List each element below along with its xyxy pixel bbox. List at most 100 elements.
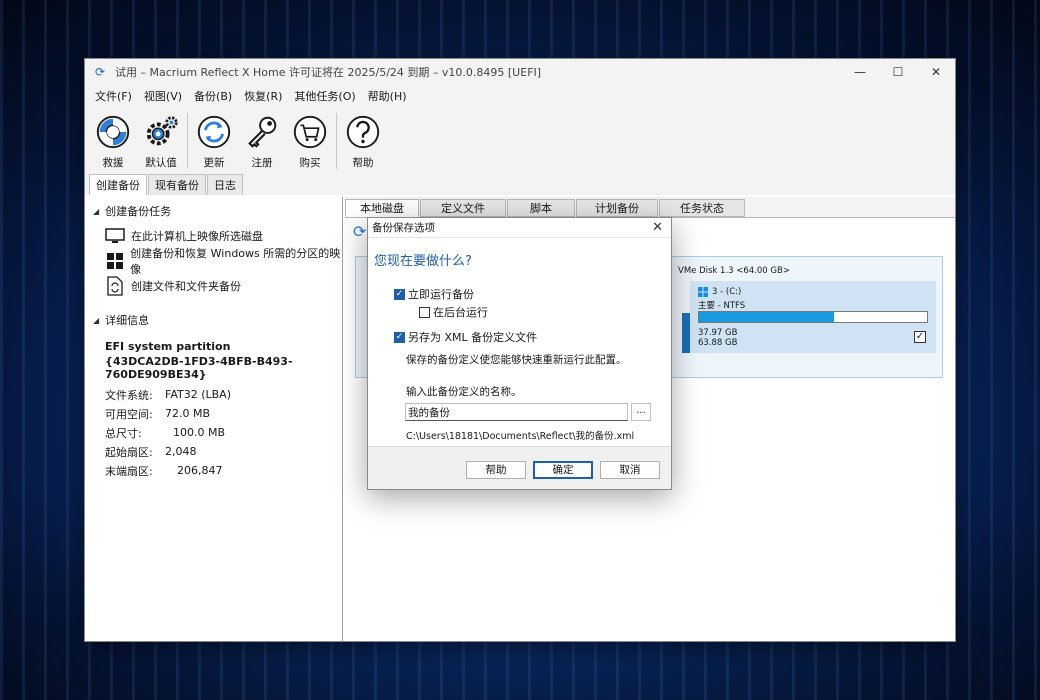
detail-row: 起始扇区: 2,048 — [105, 442, 342, 461]
help-button[interactable]: 帮助 — [339, 107, 387, 175]
partition-checkbox[interactable]: ✓ — [914, 331, 926, 343]
detail-row: 可用空间: 72.0 MB — [105, 404, 342, 423]
tab-scheduled-backups[interactable]: 计划备份 — [576, 199, 658, 217]
run-background-label: 在后台运行 — [433, 306, 488, 319]
tab-local-disks[interactable]: 本地磁盘 — [345, 199, 419, 217]
collapse-caret-icon: ◢ — [93, 315, 100, 325]
right-tab-strip: 本地磁盘 定义文件 脚本 计划备份 任务状态 — [345, 199, 746, 217]
menu-help[interactable]: 帮助(H) — [362, 88, 413, 104]
menu-other-tasks[interactable]: 其他任务(O) — [288, 88, 361, 104]
monitor-icon — [105, 226, 125, 246]
partition-label-text: 3 - (C:) — [712, 287, 742, 297]
run-background-checkbox[interactable] — [419, 306, 430, 318]
save-xml-checkbox-row[interactable]: ✓ 另存为 XML 备份定义文件 — [394, 329, 537, 345]
file-sync-icon — [105, 275, 125, 296]
task-label: 在此计算机上映像所选磁盘 — [131, 229, 263, 243]
register-label: 注册 — [251, 157, 273, 169]
menu-file[interactable]: 文件(F) — [89, 88, 138, 104]
macrium-app-icon: ⟳ — [94, 65, 106, 79]
toolbar-separator — [187, 113, 188, 169]
detail-key: 总尺寸: — [105, 426, 142, 440]
refresh-icon[interactable]: ⟳ — [353, 222, 366, 241]
details-section-header[interactable]: ◢ 详细信息 — [93, 312, 342, 328]
detail-key: 可用空间: — [105, 407, 153, 421]
dialog-heading: 您现在要做什么? — [374, 254, 472, 269]
run-now-label: 立即运行备份 — [408, 288, 474, 301]
detail-value: 72.0 MB — [165, 407, 211, 420]
key-icon — [248, 116, 277, 148]
menu-view[interactable]: 视图(V) — [138, 88, 188, 104]
rescue-label: 救援 — [102, 157, 124, 169]
detail-value: 206,847 — [177, 464, 223, 477]
update-icon — [197, 115, 231, 149]
dialog-footer: 帮助 确定 取消 — [368, 446, 671, 489]
browse-button[interactable]: ... — [631, 403, 651, 421]
detail-value: 2,048 — [165, 445, 197, 458]
close-button[interactable]: ✕ — [917, 59, 955, 85]
partition-fs: 主要 - NTFS — [698, 301, 746, 311]
save-xml-label: 另存为 XML 备份定义文件 — [408, 331, 538, 344]
name-field-label: 输入此备份定义的名称。 — [406, 386, 522, 398]
tab-existing-backups[interactable]: 现有备份 — [148, 174, 206, 195]
windows-logo-icon — [698, 287, 708, 297]
rescue-button[interactable]: 救援 — [89, 107, 137, 175]
shopping-cart-icon — [293, 115, 327, 149]
defaults-button[interactable]: 默认值 — [137, 107, 185, 175]
collapse-caret-icon: ◢ — [93, 206, 100, 216]
run-background-checkbox-row[interactable]: 在后台运行 — [419, 304, 488, 320]
dialog-title-bar: 备份保存选项 ✕ — [368, 218, 671, 238]
tasks-heading: 创建备份任务 — [105, 205, 172, 218]
used-space: 37.97 GB — [698, 328, 738, 338]
menu-bar: 文件(F) 视图(V) 备份(B) 恢复(R) 其他任务(O) 帮助(H) — [85, 85, 955, 107]
update-label: 更新 — [203, 157, 225, 169]
dialog-ok-button[interactable]: 确定 — [533, 461, 593, 479]
backup-save-options-dialog: 备份保存选项 ✕ 您现在要做什么? ✓ 立即运行备份 在后台运行 ✓ 另存为 X… — [367, 217, 672, 490]
partition-guid: {43DCA2DB-1FD3-4BFB-B493-760DE909BE34} — [105, 355, 293, 381]
question-icon — [346, 115, 380, 149]
minimize-button[interactable]: — — [841, 59, 879, 85]
defaults-label: 默认值 — [145, 157, 177, 169]
maximize-button[interactable]: ☐ — [879, 59, 917, 85]
toolbar-separator — [336, 113, 337, 169]
usage-fill — [699, 312, 835, 322]
tab-log[interactable]: 日志 — [207, 174, 243, 195]
detail-row: 文件系统: FAT32 (LBA) — [105, 385, 342, 404]
detail-row: 总尺寸: 100.0 MB — [105, 423, 342, 442]
help-label: 帮助 — [352, 157, 374, 169]
detail-value: FAT32 (LBA) — [165, 388, 231, 401]
details-heading: 详细信息 — [105, 314, 150, 327]
register-button[interactable]: 注册 — [238, 107, 286, 175]
buy-button[interactable]: 购买 — [286, 107, 334, 175]
update-button[interactable]: 更新 — [190, 107, 238, 175]
total-space: 63.88 GB — [698, 338, 738, 348]
tab-scripts[interactable]: 脚本 — [507, 199, 575, 217]
run-now-checkbox-row[interactable]: ✓ 立即运行备份 — [394, 286, 474, 302]
partition-edge — [682, 313, 690, 353]
disk-name: VMe Disk 1.3 <64.00 GB> — [678, 266, 790, 276]
run-now-checkbox[interactable]: ✓ — [394, 288, 405, 300]
menu-backup[interactable]: 备份(B) — [188, 88, 238, 104]
menu-restore[interactable]: 恢复(R) — [238, 88, 288, 104]
partition-label: 3 - (C:) — [698, 287, 741, 297]
tab-definition-files[interactable]: 定义文件 — [420, 199, 506, 217]
tab-task-status[interactable]: 任务状态 — [659, 199, 745, 217]
dialog-help-button[interactable]: 帮助 — [466, 461, 526, 479]
task-file-folder-backup[interactable]: 创建文件和文件夹备份 — [105, 273, 342, 298]
tab-create-backup[interactable]: 创建备份 — [89, 174, 147, 195]
toolbar: 救援 默认值 更新 注册 购买 帮助 — [85, 107, 955, 175]
buy-label: 购买 — [299, 157, 321, 169]
detail-key: 末端扇区: — [105, 464, 153, 478]
partition-c[interactable]: 3 - (C:) 主要 - NTFS 37.97 GB 63.88 GB ✓ — [690, 281, 936, 353]
dialog-close-icon[interactable]: ✕ — [652, 220, 663, 235]
definition-name-input[interactable]: 我的备份 — [405, 403, 628, 421]
detail-value: 100.0 MB — [173, 426, 226, 439]
dialog-title: 备份保存选项 — [372, 222, 435, 234]
detail-key: 起始扇区: — [105, 445, 153, 459]
tasks-section-header[interactable]: ◢ 创建备份任务 — [93, 203, 342, 219]
task-label: 创建文件和文件夹备份 — [131, 279, 241, 293]
lifebuoy-icon — [96, 115, 130, 149]
title-bar: ⟳ 试用 – Macrium Reflect X Home 许可证将在 2025… — [85, 59, 955, 85]
task-image-windows-partitions[interactable]: 创建备份和恢复 Windows 所需的分区的映像 — [105, 247, 342, 276]
dialog-cancel-button[interactable]: 取消 — [600, 461, 660, 479]
save-xml-checkbox[interactable]: ✓ — [394, 331, 405, 343]
